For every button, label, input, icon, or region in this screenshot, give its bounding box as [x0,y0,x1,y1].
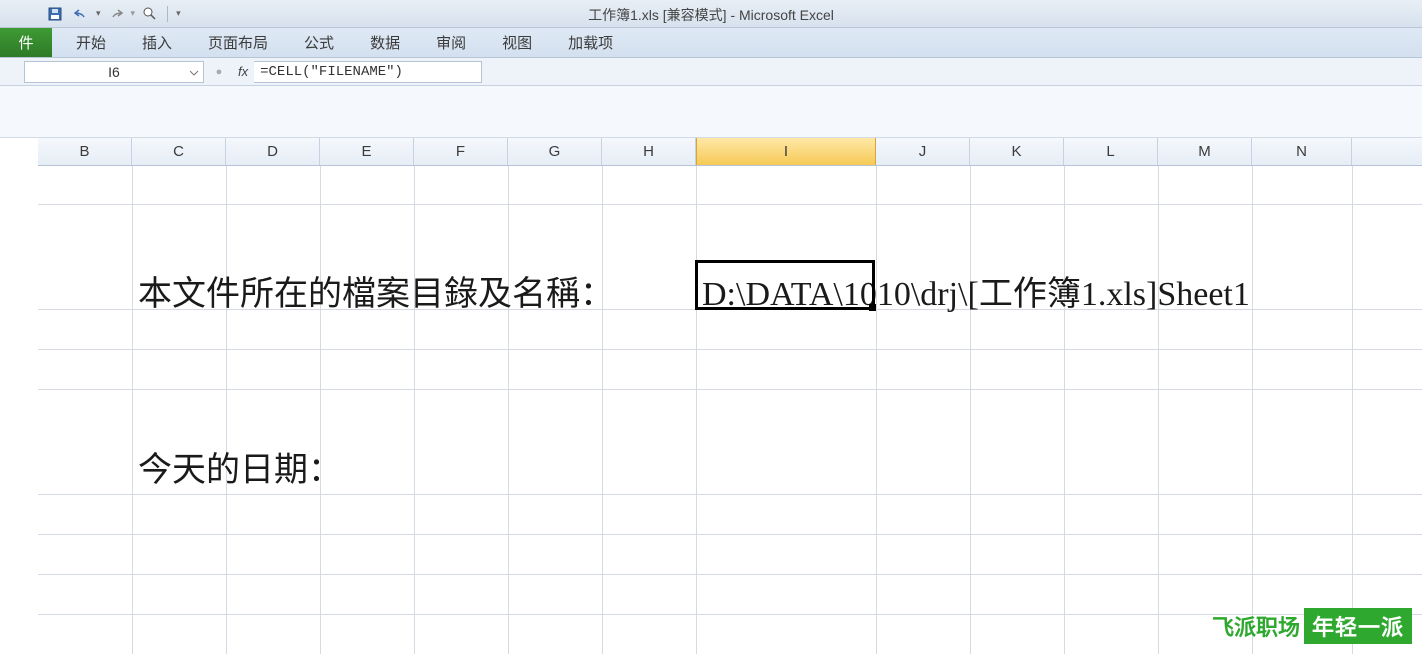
col-head-D[interactable]: D [226,138,320,165]
qat-customize-icon[interactable]: ▾ [174,8,183,19]
save-icon[interactable] [44,4,66,24]
window-title: 工作簿1.xls [兼容模式] - Microsoft Excel [588,5,834,25]
col-head-B[interactable]: B [38,138,132,165]
name-box-dropdown-icon[interactable] [188,66,200,78]
name-box[interactable]: I6 [24,61,204,83]
tab-view[interactable]: 视图 [484,26,550,57]
insert-function-button[interactable]: fx [232,64,254,79]
qat-separator [167,6,168,22]
col-head-E[interactable]: E [320,138,414,165]
tab-page-layout[interactable]: 页面布局 [190,26,286,57]
watermark-right: 年轻一派 [1304,608,1412,644]
col-head-J[interactable]: J [876,138,970,165]
col-head-N[interactable]: N [1252,138,1352,165]
redo-dropdown-icon[interactable]: ▾ [131,8,136,19]
grid-lines [38,166,1422,654]
watermark: 飞派职场 年轻一派 [1212,608,1412,644]
file-tab[interactable]: 件 [0,27,52,57]
tab-addins[interactable]: 加载项 [550,26,631,57]
col-head-G[interactable]: G [508,138,602,165]
ribbon-tabs: 件 开始 插入 页面布局 公式 数据 审阅 视图 加载项 [0,28,1422,58]
tab-data[interactable]: 数据 [352,26,418,57]
undo-dropdown-icon[interactable]: ▾ [96,8,101,19]
col-head-L[interactable]: L [1064,138,1158,165]
spreadsheet-grid[interactable]: 本文件所在的檔案目錄及名稱： D:\DATA\1010\drj\[工作簿1.xl… [38,166,1422,654]
col-head-F[interactable]: F [414,138,508,165]
title-bar: ▾ ▾ ▾ 工作簿1.xls [兼容模式] - Microsoft Excel [0,0,1422,28]
name-box-value: I6 [108,64,120,80]
cell-label-filepath[interactable]: 本文件所在的檔案目錄及名稱： [138,266,614,315]
column-headers: B C D E F G H I J K L M N [38,138,1422,166]
cell-label-today[interactable]: 今天的日期： [138,442,342,491]
tab-home[interactable]: 开始 [58,26,124,57]
col-head-M[interactable]: M [1158,138,1252,165]
col-head-C[interactable]: C [132,138,226,165]
cancel-formula-icon[interactable]: ● [210,63,228,81]
tab-formulas[interactable]: 公式 [286,26,352,57]
tab-insert[interactable]: 插入 [124,26,190,57]
redo-icon[interactable] [105,4,127,24]
cell-value-filepath[interactable]: D:\DATA\1010\drj\[工作簿1.xls]Sheet1 [702,266,1250,315]
formula-bar: I6 ● fx =CELL("FILENAME") [0,58,1422,86]
formula-input[interactable]: =CELL("FILENAME") [254,61,482,83]
col-head-K[interactable]: K [970,138,1064,165]
tab-review[interactable]: 审阅 [418,26,484,57]
quick-access-toolbar: ▾ ▾ ▾ [0,4,183,24]
formula-bar-buttons: ● fx [210,63,254,81]
formula-text: =CELL("FILENAME") [260,64,403,80]
print-preview-icon[interactable] [139,4,161,24]
col-head-H[interactable]: H [602,138,696,165]
ribbon-spacer [0,86,1422,138]
watermark-left: 飞派职场 [1212,610,1300,642]
col-head-I[interactable]: I [696,138,876,165]
undo-icon[interactable] [70,4,92,24]
